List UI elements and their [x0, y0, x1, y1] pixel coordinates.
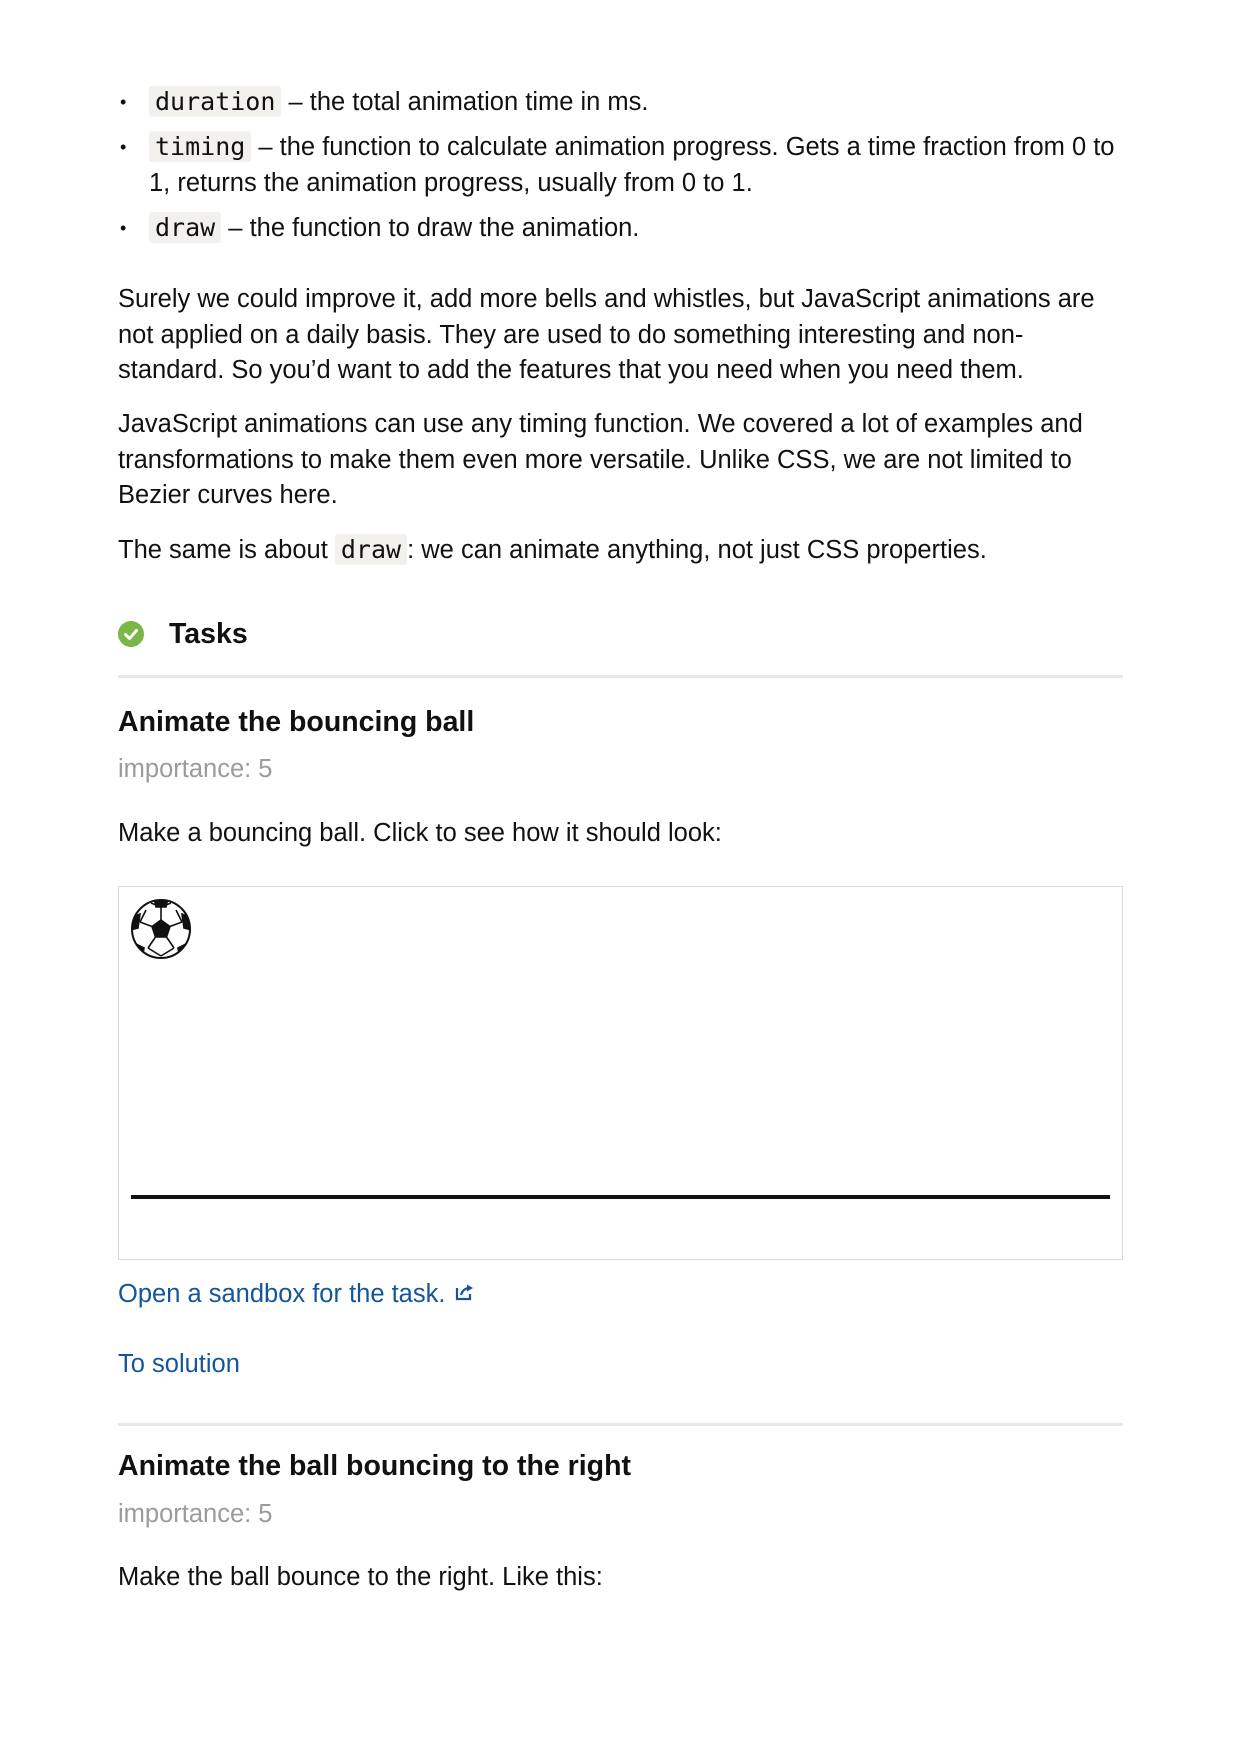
floor-line	[131, 1195, 1110, 1199]
bullet-icon: •	[120, 137, 127, 157]
external-link-icon	[455, 1279, 475, 1308]
task-description: Make a bouncing ball. Click to see how i…	[118, 819, 722, 847]
importance-label: importance: 5	[118, 1500, 273, 1528]
paragraph: JavaScript animations can use any timing…	[118, 410, 1083, 509]
list-item: • duration – the total animation time in…	[118, 84, 1118, 120]
sandbox-link-label: Open a sandbox for the task.	[118, 1280, 446, 1308]
param-code: draw	[149, 212, 222, 243]
to-solution-link[interactable]: To solution	[118, 1350, 240, 1379]
list-item: • draw – the function to draw the animat…	[118, 210, 1118, 246]
tasks-header: Tasks	[118, 614, 248, 654]
param-description: – the function to calculate animation pr…	[149, 133, 1115, 197]
bullet-icon: •	[120, 92, 127, 112]
inline-code: draw	[334, 534, 408, 565]
check-circle-icon	[118, 621, 144, 647]
param-code: timing	[149, 131, 252, 162]
divider	[118, 675, 1123, 678]
task-description: Make the ball bounce to the right. Like …	[118, 1563, 603, 1591]
bullet-icon: •	[120, 218, 127, 238]
parameter-list: • duration – the total animation time in…	[118, 84, 1118, 255]
param-code: duration	[149, 86, 282, 117]
importance-label: importance: 5	[118, 755, 273, 783]
param-description: – the function to draw the animation.	[221, 214, 640, 242]
task-title: Animate the bouncing ball	[118, 706, 475, 738]
tasks-heading: Tasks	[169, 617, 248, 650]
paragraph-text: The same is about	[118, 536, 335, 564]
param-description: – the total animation time in ms.	[281, 88, 649, 116]
paragraph: Surely we could improve it, add more bel…	[118, 285, 1095, 384]
soccer-ball-icon[interactable]	[130, 898, 192, 960]
draw-paragraph: The same is about draw: we can animate a…	[118, 532, 1123, 569]
bouncing-ball-demo[interactable]	[118, 886, 1123, 1260]
divider	[118, 1423, 1123, 1426]
open-sandbox-link[interactable]: Open a sandbox for the task.	[118, 1280, 475, 1309]
paragraph-text: : we can animate anything, not just CSS …	[407, 536, 987, 564]
task-title: Animate the ball bouncing to the right	[118, 1450, 631, 1482]
list-item: • timing – the function to calculate ani…	[118, 129, 1118, 201]
